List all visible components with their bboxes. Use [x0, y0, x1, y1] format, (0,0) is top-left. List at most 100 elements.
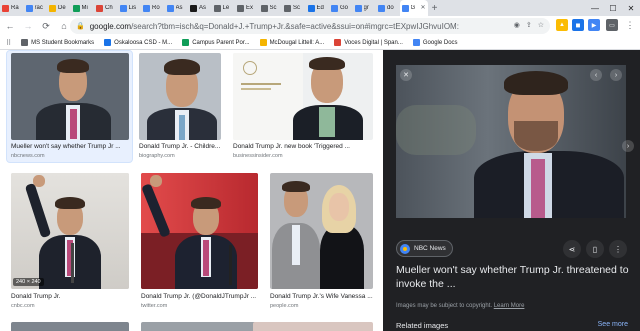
scroll-arrow-icon[interactable]: ›	[622, 140, 634, 152]
new-tab-button[interactable]: +	[428, 0, 442, 16]
minimize-button[interactable]: —	[586, 0, 604, 16]
result-thumbnail[interactable]	[141, 322, 258, 331]
tab-favicon-icon	[260, 4, 268, 12]
result-thumbnail[interactable]	[11, 53, 129, 140]
result-caption[interactable]: Donald Trump Jr.	[11, 293, 131, 300]
tab-label: De	[58, 5, 66, 11]
result-caption[interactable]: Mueller won't say whether Trump Jr ...	[11, 143, 131, 150]
bookmark-item[interactable]: MS Student Bookmarks	[21, 39, 94, 46]
copyright-note: Images may be subject to copyright. Lear…	[396, 303, 524, 309]
maximize-button[interactable]: ☐	[604, 0, 622, 16]
bookmark-item[interactable]: Oskaloosa CSD - M...	[104, 39, 172, 46]
bookmark-label: MS Student Bookmarks	[31, 39, 95, 46]
browser-tab[interactable]: Lis	[118, 0, 142, 16]
browser-tab[interactable]: Sc	[282, 0, 306, 16]
result-thumbnail[interactable]	[139, 53, 221, 140]
share-icon[interactable]: ⇪	[526, 21, 532, 29]
bookmark-item[interactable]: Google Docs	[412, 39, 458, 46]
more-options-icon[interactable]: ⋮	[609, 240, 627, 258]
browser-tab[interactable]: As	[165, 0, 189, 16]
extension-icon[interactable]: ▶	[588, 19, 600, 31]
browser-tab[interactable]: Ch	[94, 0, 118, 16]
browser-tab[interactable]: As	[188, 0, 212, 16]
preview-image[interactable]	[396, 65, 626, 218]
result-source: people.com	[270, 303, 299, 309]
bookmark-item[interactable]: Voces Digital | Span...	[334, 39, 403, 46]
cast-icon[interactable]: ▭	[606, 19, 618, 31]
location-icon[interactable]: ◉	[514, 21, 520, 29]
microphone-icon	[229, 245, 232, 285]
bookmark-favicon-icon	[104, 39, 112, 46]
browser-tab[interactable]: G ✕	[399, 0, 428, 16]
bookmark-label: Campus Parent Por...	[192, 39, 250, 46]
apps-grid-icon[interactable]: ⠿	[6, 39, 11, 47]
close-tab-icon[interactable]: ✕	[420, 4, 425, 11]
tab-favicon-icon	[2, 4, 9, 12]
see-more-link[interactable]: See more	[598, 321, 628, 328]
result-caption[interactable]: Donald Trump Jr. (@DonaldJTrumpJr ...	[141, 293, 259, 300]
tab-favicon-icon	[307, 4, 315, 12]
result-thumbnail[interactable]	[11, 322, 129, 331]
close-preview-icon[interactable]: ✕	[400, 69, 412, 81]
reload-icon[interactable]: ⟳	[38, 18, 54, 34]
close-window-button[interactable]: ✕	[622, 0, 640, 16]
browser-tab[interactable]: Go	[329, 0, 353, 16]
result-source: cnbc.com	[11, 303, 35, 309]
browser-tab[interactable]: do	[376, 0, 400, 16]
browser-tab[interactable]: Ed	[306, 0, 330, 16]
browser-tab[interactable]: gr	[353, 0, 377, 16]
result-source: nbcnews.com	[11, 153, 45, 159]
browser-tab[interactable]: Ex	[235, 0, 259, 16]
image-preview-panel: ✕ ‹ › › NBC News ⋖ ▯ ⋮ Mueller won't say…	[383, 50, 640, 331]
bookmark-label: Oskaloosa CSD - M...	[114, 39, 173, 46]
next-image-icon[interactable]: ›	[610, 69, 622, 81]
result-thumbnail[interactable]	[270, 173, 373, 289]
result-thumbnail[interactable]	[141, 173, 258, 289]
back-icon[interactable]: ←	[2, 18, 18, 34]
copyright-text: Images may be subject to copyright.	[396, 303, 493, 309]
forward-icon[interactable]: →	[20, 18, 36, 34]
tab-label: As	[175, 5, 183, 11]
tab-favicon-icon	[143, 4, 150, 12]
tab-label: gr	[363, 5, 369, 11]
result-caption[interactable]: Donald Trump Jr.'s Wife Vanessa ...	[270, 293, 375, 300]
share-icon[interactable]: ⋖	[563, 240, 581, 258]
browser-tab[interactable]: Mi	[71, 0, 95, 16]
browser-tab[interactable]: Ro	[141, 0, 165, 16]
result-thumbnail[interactable]	[253, 322, 373, 331]
tab-label: Le	[222, 5, 230, 11]
result-caption[interactable]: Donald Trump Jr. new book 'Triggered ...	[233, 143, 375, 150]
tab-label: Mi	[81, 5, 88, 11]
result-caption[interactable]: Donald Trump Jr. - Childre...	[139, 143, 224, 150]
browser-tab[interactable]: Ra	[0, 0, 24, 16]
tab-label: Lis	[128, 5, 137, 11]
browser-tab[interactable]: rac	[24, 0, 48, 16]
preview-title[interactable]: Mueller won't say whether Trump Jr. thre…	[396, 264, 631, 291]
browser-tab[interactable]: De	[47, 0, 71, 16]
image-dimensions-badge: 240 × 240	[13, 278, 44, 286]
menu-icon[interactable]: ⋮	[624, 19, 636, 31]
source-chip[interactable]: NBC News	[396, 240, 453, 257]
previous-image-icon[interactable]: ‹	[590, 69, 602, 81]
browser-tab[interactable]: Sc	[259, 0, 283, 16]
bookmark-item[interactable]: Campus Parent Por...	[182, 39, 250, 46]
star-icon[interactable]: ☆	[538, 21, 544, 29]
result-thumbnail[interactable]	[233, 53, 373, 140]
tab-label: Ch	[105, 5, 113, 11]
bookmark-item[interactable]: McDougal Littell: A...	[259, 39, 324, 46]
tab-favicon-icon	[284, 4, 291, 12]
address-bar[interactable]: 🔒 google.com /search?tbm=isch&q=Donald+J…	[70, 18, 550, 34]
extension-icon[interactable]: ▲	[556, 19, 568, 31]
result-thumbnail[interactable]: 240 × 240	[11, 173, 129, 289]
save-icon[interactable]: ▯	[586, 240, 604, 258]
extension-icon[interactable]: ◼	[572, 19, 584, 31]
tab-favicon-icon	[25, 4, 33, 12]
browser-tab[interactable]: Le	[212, 0, 236, 16]
tab-favicon-icon	[119, 4, 127, 12]
url-host: google.com	[89, 21, 132, 31]
tab-favicon-icon	[72, 4, 80, 12]
tab-label: G	[410, 5, 416, 11]
tab-label: Sc	[269, 5, 277, 11]
learn-more-link[interactable]: Learn More	[494, 303, 525, 309]
result-source: twitter.com	[141, 303, 168, 309]
